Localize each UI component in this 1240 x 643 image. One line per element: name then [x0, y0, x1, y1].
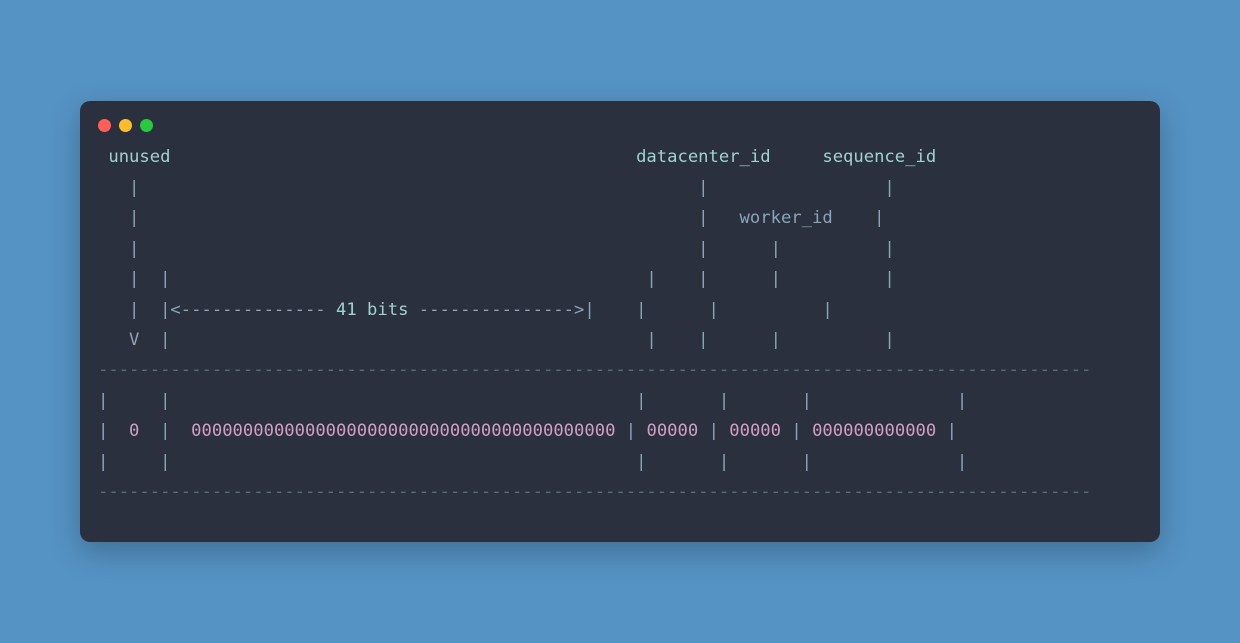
diagram-line: | |<-------------- 41 bits -------------…: [98, 300, 833, 320]
diagram-line: | | | |: [98, 239, 895, 259]
field-timestamp-bits: 0000000000000000000000000000000000000000…: [191, 421, 615, 441]
window-minimize-icon[interactable]: [119, 119, 132, 132]
snowflake-id-diagram: unused datacenter_id sequence_id | | | |: [80, 142, 1160, 507]
diagram-line: | | | | | |: [98, 269, 895, 289]
diagram-box-row: | | | | | |: [98, 452, 967, 472]
label-unused: unused datacenter_id sequence_id: [98, 147, 936, 167]
diagram-line: V | | | | |: [98, 330, 895, 350]
bits-annotation: 41 bits: [336, 300, 408, 320]
terminal-window: unused datacenter_id sequence_id | | | |: [80, 101, 1160, 541]
field-worker-bits: 00000: [729, 421, 781, 441]
window-close-icon[interactable]: [98, 119, 111, 132]
diagram-hr: ----------------------------------------…: [98, 482, 1091, 502]
field-unused-bits: 0: [129, 421, 139, 441]
diagram-line: | | worker_id |: [98, 208, 884, 228]
window-zoom-icon[interactable]: [140, 119, 153, 132]
field-sequence-bits: 000000000000: [812, 421, 936, 441]
field-datacenter-bits: 00000: [646, 421, 698, 441]
diagram-line: | | |: [98, 178, 895, 198]
diagram-box-row: | | | | | |: [98, 391, 967, 411]
diagram-box-row: | 0 | 0000000000000000000000000000000000…: [98, 421, 957, 441]
window-titlebar: [80, 119, 1160, 142]
diagram-hr: ----------------------------------------…: [98, 360, 1091, 380]
